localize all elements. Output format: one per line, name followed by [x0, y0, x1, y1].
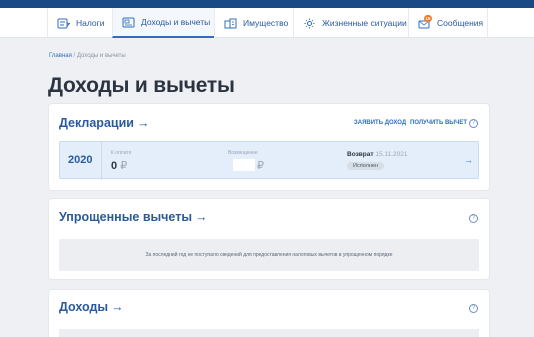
arrow-right-icon: →: [111, 300, 124, 314]
arrow-right-icon[interactable]: →: [464, 155, 473, 165]
to-pay-label: К оплате: [111, 150, 132, 156]
main-navigation: Налоги Доходы и вычеты Имущество Жизненн…: [0, 8, 534, 38]
get-deduction-link[interactable]: ПОЛУЧИТЬ ВЫЧЕТ: [410, 120, 467, 126]
income-title-link[interactable]: Доходы →: [59, 300, 124, 314]
income-icon: [122, 17, 135, 28]
breadcrumb-home-link[interactable]: Главная: [49, 53, 72, 59]
return-label: Возврат: [347, 151, 374, 158]
nav-label-situations: Жизненные ситуации: [322, 18, 407, 28]
to-pay-value: 0: [111, 160, 118, 172]
breadcrumb: Главная / Доходы и вычеты: [49, 53, 126, 59]
declaration-row-2020[interactable]: 2020 К оплате 0 ₽ Возмещение ₽ Возврат 1…: [59, 141, 479, 180]
declarations-title: Декларации: [59, 116, 134, 130]
divider: [101, 142, 102, 180]
declarations-title-link[interactable]: Декларации →: [59, 116, 149, 130]
income-content-area: [59, 329, 479, 337]
declare-income-link[interactable]: ЗАЯВИТЬ ДОХОД: [354, 120, 406, 126]
nav-item-income[interactable]: Доходы и вычеты: [112, 8, 214, 38]
return-info: Возврат 15.11.2021: [347, 151, 407, 158]
refund-label: Возмещение: [228, 150, 258, 156]
help-icon[interactable]: ?: [469, 119, 478, 128]
declaration-year: 2020: [68, 154, 93, 166]
nav-label-income: Доходы и вычеты: [141, 17, 211, 27]
nav-label-taxes: Налоги: [76, 18, 105, 28]
nav-item-property[interactable]: Имущество: [214, 8, 293, 38]
help-icon[interactable]: ?: [469, 214, 478, 223]
refund-value-masked: [233, 159, 255, 171]
status-badge: Исполнен: [347, 162, 384, 170]
messages-count-badge: 15: [424, 14, 432, 22]
ruble-icon: ₽: [257, 160, 264, 172]
top-brand-bar: [0, 0, 534, 8]
simplified-title: Упрощенные вычеты: [59, 210, 193, 224]
nav-item-situations[interactable]: Жизненные ситуации: [293, 8, 408, 38]
ruble-icon: ₽: [120, 160, 128, 172]
declarations-card: Декларации → ЗАЯВИТЬ ДОХОД ПОЛУЧИТЬ ВЫЧЕТ…: [49, 104, 489, 190]
nav-item-messages[interactable]: 15 Сообщения: [408, 8, 488, 38]
return-date: 15.11.2021: [375, 151, 408, 158]
tax-icon: [57, 18, 71, 29]
page-title: Доходы и вычеты: [48, 74, 235, 97]
arrow-right-icon: →: [195, 210, 208, 224]
to-pay-amount: 0 ₽: [111, 159, 127, 172]
income-card: Доходы → ?: [49, 290, 489, 337]
nav-item-taxes[interactable]: Налоги: [47, 8, 112, 38]
nav-label-messages: Сообщения: [437, 18, 484, 28]
messages-icon: 15: [418, 14, 432, 29]
breadcrumb-current: Доходы и вычеты: [76, 53, 126, 59]
simplified-title-link[interactable]: Упрощенные вычеты →: [59, 210, 208, 224]
nav-label-property: Имущество: [243, 18, 289, 28]
situations-icon: [303, 18, 316, 29]
income-title: Доходы: [59, 300, 109, 314]
simplified-deductions-card: Упрощенные вычеты → ? За последний год не…: [49, 199, 489, 279]
arrow-right-icon: →: [136, 116, 150, 130]
property-icon: [224, 18, 237, 29]
simplified-notice: За последний год не поступало сведений д…: [59, 239, 479, 271]
help-icon[interactable]: ?: [469, 304, 478, 313]
